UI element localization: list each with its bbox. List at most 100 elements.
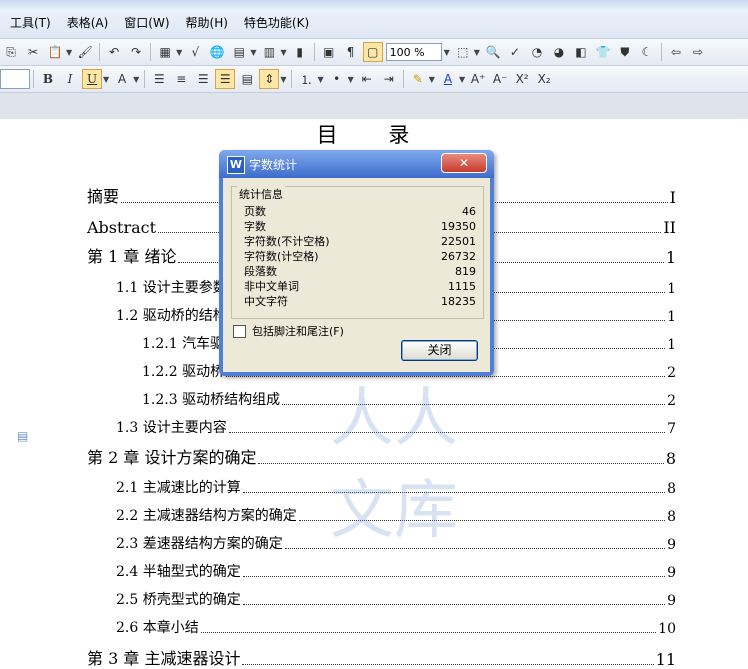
bullets-icon[interactable]: •	[327, 69, 347, 89]
stat-row: 字数 19350	[244, 220, 476, 233]
toc-entry[interactable]: 2.6 本章小结 10	[116, 617, 676, 637]
grid-icon[interactable]: ▤	[229, 42, 249, 62]
cut-icon[interactable]: ✂	[23, 42, 43, 62]
separator	[660, 43, 662, 61]
shirt-icon[interactable]: 👕	[593, 42, 613, 62]
insert-table-icon[interactable]: ▦	[155, 42, 175, 62]
menu-window[interactable]: 窗口(W)	[114, 12, 175, 34]
table-dropdown-icon[interactable]: ▼	[176, 48, 182, 57]
zoom-dropdown-icon[interactable]: ▼	[444, 48, 450, 57]
toc-entry[interactable]: 1.3 设计主要内容 7	[116, 417, 676, 437]
shrink-font-icon[interactable]: A⁻	[490, 69, 510, 89]
document-side-icon[interactable]: ▤	[17, 429, 31, 443]
page-view-icon[interactable]: ▢	[362, 42, 383, 62]
toc-entry[interactable]: 2.4 半轴型式的确定 9	[116, 561, 676, 581]
include-footnotes-checkbox[interactable]: 包括脚注和尾注(F)	[233, 323, 344, 339]
checkbox-label: 包括脚注和尾注(F)	[252, 325, 344, 338]
decrease-indent-icon[interactable]: ⇤	[357, 69, 377, 89]
zoom-select[interactable]: 100 %	[385, 43, 442, 61]
copy-icon[interactable]: ⎘	[1, 42, 21, 62]
select-icon[interactable]: ⬚	[453, 42, 473, 62]
underline-button[interactable]: U	[82, 69, 102, 89]
undo-icon[interactable]: ↶	[104, 42, 124, 62]
font-size-select[interactable]	[0, 69, 30, 89]
toc-entry[interactable]: 第 3 章 主减速器设计 11	[87, 647, 676, 669]
menu-items: 工具(T) 表格(A) 窗口(W) 帮助(H) 特色功能(K)	[0, 12, 315, 34]
distribute-icon[interactable]: ▤	[237, 69, 257, 89]
italic-button[interactable]: I	[60, 69, 80, 89]
separator	[150, 43, 152, 61]
stat-row: 非中文单词 1115	[244, 280, 476, 293]
checkbox-box[interactable]	[233, 324, 246, 338]
toc-entry[interactable]: 1.2.3 驱动桥结构组成 2	[142, 389, 676, 409]
find-icon[interactable]: 🔍	[483, 42, 503, 62]
toc-entry[interactable]: 第 2 章 设计方案的确定 8	[87, 446, 676, 468]
menu-help[interactable]: 帮助(H)	[176, 12, 234, 34]
spellcheck-icon[interactable]: ✓	[505, 42, 525, 62]
document-map-icon[interactable]: ▣	[319, 42, 339, 62]
dialog-title-bar[interactable]: W 字数统计 ✕	[219, 150, 494, 178]
align-right-icon[interactable]: ☰	[193, 69, 213, 89]
line-spacing-icon[interactable]: ⇕	[259, 69, 280, 89]
superscript-button[interactable]: X²	[512, 69, 532, 89]
chart-icon[interactable]: ▮	[290, 42, 310, 62]
shield-icon[interactable]: ⛊	[615, 42, 635, 62]
toc-entry[interactable]: 2.3 差速器结构方案的确定 9	[116, 533, 676, 553]
moon-icon[interactable]: ☾	[637, 42, 657, 62]
close-button[interactable]: 关闭	[401, 340, 478, 361]
highlight-dropdown-icon[interactable]: ▼	[429, 75, 435, 84]
bullets-dropdown-icon[interactable]: ▼	[348, 75, 354, 84]
separator	[144, 70, 146, 88]
select-dropdown-icon[interactable]: ▼	[474, 48, 480, 57]
line-spacing-dropdown-icon[interactable]: ▼	[280, 75, 286, 84]
font-color-icon[interactable]: A	[438, 69, 458, 89]
stats-group-label: 统计信息	[237, 186, 285, 202]
columns-dropdown-icon[interactable]: ▼	[280, 48, 286, 57]
toc-entry[interactable]: 2.5 桥壳型式的确定 9	[116, 589, 676, 609]
separator	[33, 70, 34, 88]
forward-arrow-icon[interactable]: ⇨	[688, 42, 708, 62]
redo-icon[interactable]: ↷	[126, 42, 146, 62]
underline-dropdown-icon[interactable]: ▼	[103, 75, 109, 84]
share-icon[interactable]: ◔	[527, 42, 547, 62]
font-effect-dropdown-icon[interactable]: ▼	[133, 75, 139, 84]
format-painter-icon[interactable]: 🖌	[75, 42, 95, 62]
back-arrow-icon[interactable]: ⇦	[666, 42, 686, 62]
highlight-icon[interactable]: ✎	[408, 69, 428, 89]
hyperlink-icon[interactable]: 🌐	[207, 42, 227, 62]
align-center-icon[interactable]: ≡	[171, 69, 191, 89]
justify-icon[interactable]: ☰	[215, 69, 236, 89]
columns-icon[interactable]: ▥	[259, 42, 279, 62]
stat-row: 字符数(计空格) 26732	[244, 250, 476, 263]
toc-entry[interactable]: 2.2 主减速器结构方案的确定 8	[116, 505, 676, 525]
close-icon[interactable]: ✕	[441, 153, 487, 173]
numbering-icon[interactable]: ⒈	[296, 69, 316, 89]
increase-indent-icon[interactable]: ⇥	[379, 69, 399, 89]
color-icon[interactable]: ◕	[549, 42, 569, 62]
separator	[402, 70, 404, 88]
grow-font-icon[interactable]: A⁺	[468, 69, 488, 89]
zoom-value: 100 %	[389, 45, 425, 59]
font-color-dropdown-icon[interactable]: ▼	[459, 75, 465, 84]
grid-dropdown-icon[interactable]: ▼	[250, 48, 256, 57]
pdf-icon[interactable]: ◧	[571, 42, 591, 62]
formula-icon[interactable]: √	[185, 42, 205, 62]
menu-tools[interactable]: 工具(T)	[0, 12, 57, 34]
subscript-button[interactable]: X₂	[534, 69, 554, 89]
dialog-body: 统计信息 页数 46 字数 19350 字符数(不计空格) 22501 字符数(计空格…	[223, 178, 490, 372]
stat-row: 中文字符 18235	[244, 295, 476, 308]
numbering-dropdown-icon[interactable]: ▼	[317, 75, 323, 84]
bold-button[interactable]: B	[38, 69, 58, 89]
menu-table[interactable]: 表格(A)	[57, 12, 115, 34]
font-effect-icon[interactable]: A	[112, 69, 132, 89]
standard-toolbar: ⎘ ✂ 📋 ▼ 🖌 ↶ ↷ ▦ ▼ √ 🌐 ▤ ▼ ▥ ▼ ▮ ▣ ¶ ▢ 100 % ▼…	[0, 38, 748, 65]
paste-dropdown-icon[interactable]: ▼	[66, 48, 72, 57]
show-marks-icon[interactable]: ¶	[341, 42, 361, 62]
separator	[99, 43, 101, 61]
stat-row: 页数 46	[244, 205, 476, 218]
paste-icon[interactable]: 📋	[45, 42, 65, 62]
menu-features[interactable]: 特色功能(K)	[234, 12, 315, 34]
align-left-icon[interactable]: ☰	[149, 69, 169, 89]
toc-entry[interactable]: 2.1 主减速比的计算 8	[116, 477, 676, 497]
word-count-dialog: W 字数统计 ✕ 统计信息 页数 46 字数 19350 字符数(不计空格) 2250…	[219, 150, 494, 376]
